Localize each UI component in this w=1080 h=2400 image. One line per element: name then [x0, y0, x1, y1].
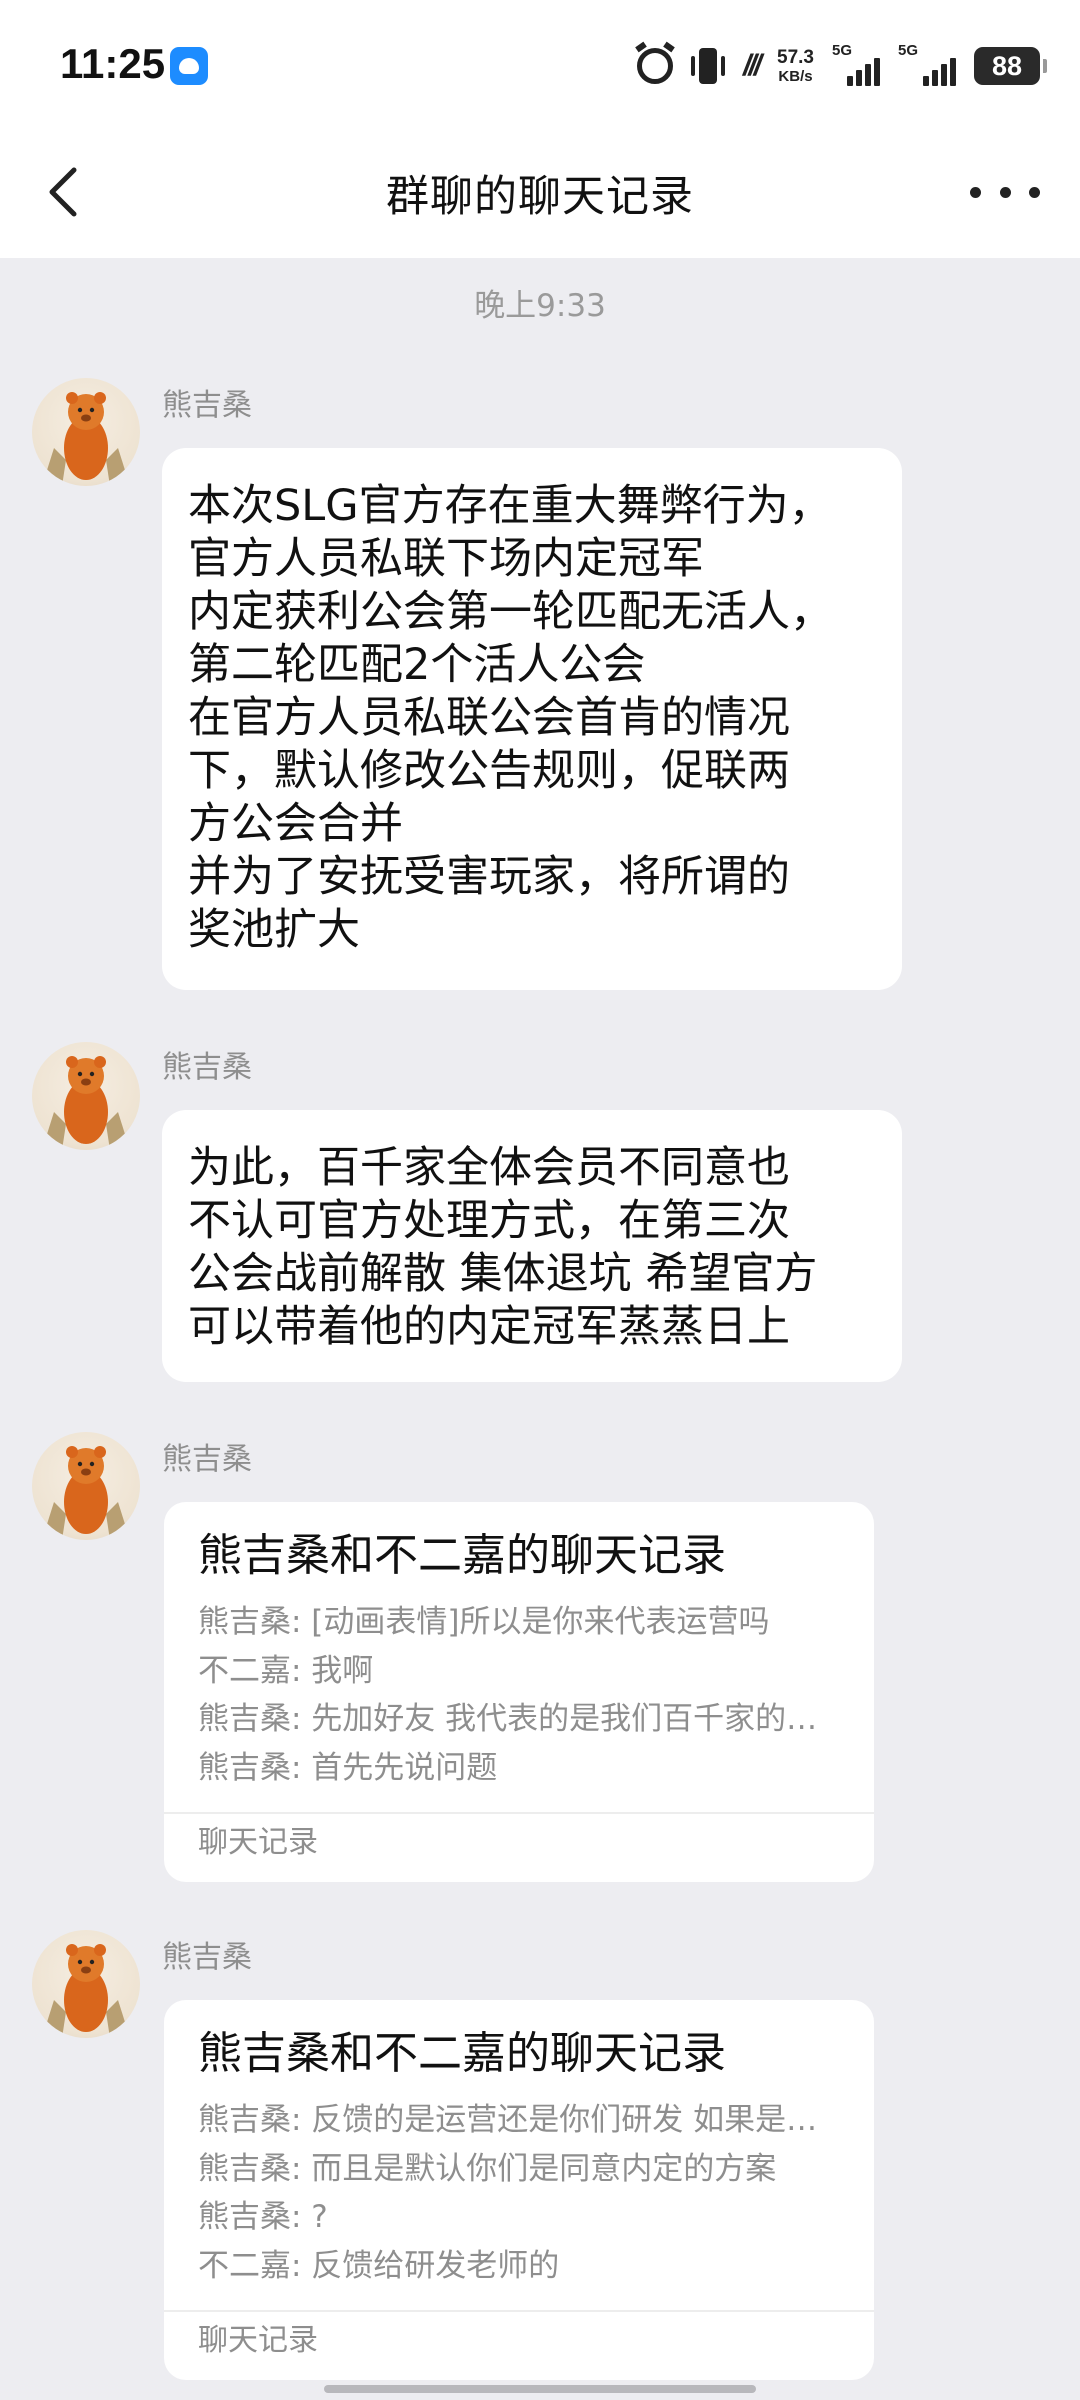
message-bubble[interactable]: 为此，百千家全体会员不同意也 不认可官方处理方式，在第三次 公会战前解散 集体退… [162, 1110, 902, 1382]
avatar[interactable] [32, 1930, 140, 2038]
sim1-network-type: 5G [832, 42, 853, 59]
header: 群聊的聊天记录 [0, 132, 1080, 258]
sender-name: 熊吉桑 [162, 388, 252, 423]
chat-record-title: 熊吉桑和不二嘉的聊天记录 [198, 1530, 726, 1581]
hd-icon: /// [743, 49, 762, 82]
sender-name: 熊吉桑 [162, 1940, 252, 1975]
app-notification-icon [170, 47, 208, 85]
message-timestamp: 晚上9:33 [474, 288, 606, 324]
network-speed: 57.3 KB/s [777, 48, 814, 84]
status-icons: /// 57.3 KB/s 5G 5G 88 [637, 42, 1047, 88]
chat-record-line: 熊吉桑: ? [198, 2199, 328, 2235]
message-bubble[interactable]: 本次SLG官方存在重大舞弊行为， 官方人员私联下场内定冠军 内定获利公会第一轮匹… [162, 448, 902, 990]
avatar[interactable] [32, 378, 140, 486]
battery-icon: 88 [974, 47, 1047, 85]
vibrate-icon [691, 48, 725, 84]
chat-record-preview: 熊吉桑: 反馈的是运营还是你们研发 如果是… 熊吉桑: 而且是默认你们是同意内定… [164, 2096, 874, 2310]
chat-record-preview: 熊吉桑: [动画表情]所以是你来代表运营吗 不二嘉: 我啊 熊吉桑: 先加好友 … [164, 1598, 874, 1812]
avatar[interactable] [32, 1042, 140, 1150]
chat-record-card[interactable]: 熊吉桑和不二嘉的聊天记录 熊吉桑: [动画表情]所以是你来代表运营吗 不二嘉: … [164, 1502, 874, 1882]
signal-icon: 5G [898, 42, 956, 86]
chat-record-line: 熊吉桑: [动画表情]所以是你来代表运营吗 [198, 1604, 770, 1640]
battery-level: 88 [991, 50, 1023, 81]
alarm-icon [637, 48, 673, 84]
home-indicator[interactable] [324, 2385, 756, 2393]
chat-record-line: 不二嘉: 我啊 [198, 1652, 374, 1689]
signal-icon: 5G [832, 42, 880, 86]
sender-name: 熊吉桑 [162, 1442, 252, 1477]
chat-record-footer: 聊天记录 [164, 1812, 874, 1874]
chat-record-line: 熊吉桑: 反馈的是运营还是你们研发 如果是… [198, 2102, 818, 2138]
network-speed-unit: KB/s [778, 68, 813, 85]
chat-record-line: 不二嘉: 反馈给研发老师的 [198, 2247, 560, 2284]
chat-record-line: 熊吉桑: 而且是默认你们是同意内定的方案 [198, 2150, 777, 2187]
status-time: 11:25 [60, 40, 166, 87]
chat-record-title: 熊吉桑和不二嘉的聊天记录 [198, 2028, 726, 2079]
chat-record-line: 熊吉桑: 首先先说问题 [198, 1749, 498, 1786]
network-speed-value: 57.3 [777, 47, 814, 68]
chat-record-footer: 聊天记录 [164, 2310, 874, 2372]
sender-name: 熊吉桑 [162, 1050, 252, 1085]
page-title: 群聊的聊天记录 [386, 172, 694, 222]
chat-record-line: 熊吉桑: 先加好友 我代表的是我们百千家的… [198, 1701, 818, 1737]
avatar[interactable] [32, 1432, 140, 1540]
more-horizontal-icon[interactable] [970, 172, 1040, 212]
chat-record-card[interactable]: 熊吉桑和不二嘉的聊天记录 熊吉桑: 反馈的是运营还是你们研发 如果是… 熊吉桑:… [164, 2000, 874, 2380]
sim2-network-type: 5G [898, 42, 919, 59]
status-bar: 11:25 /// 57.3 KB/s 5G 5G 88 [0, 0, 1080, 132]
